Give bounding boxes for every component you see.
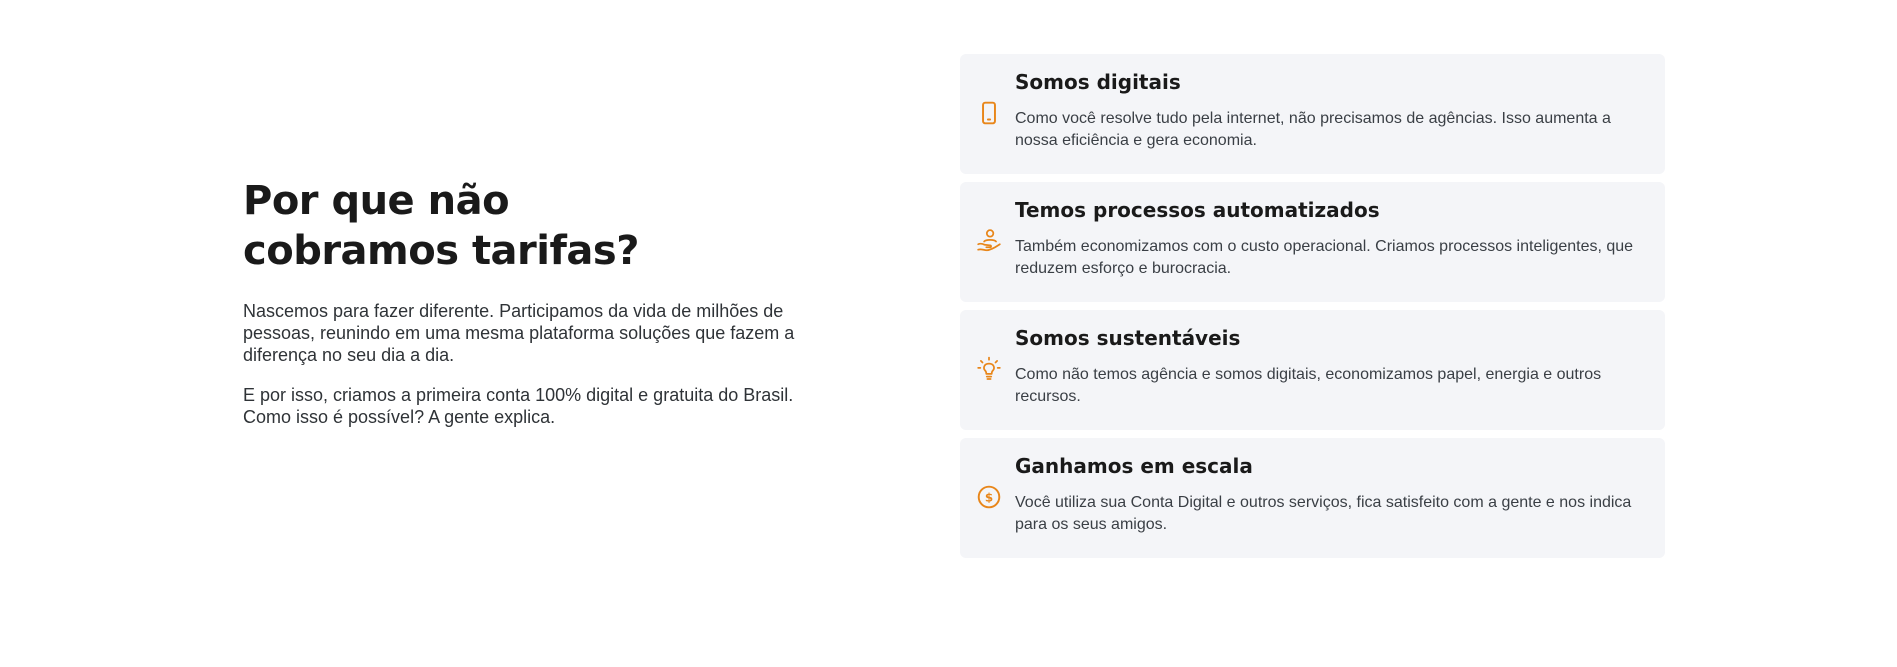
reason-card-sustainable: Somos sustentáveis Como não temos agênci… bbox=[960, 310, 1665, 430]
section-title-line-1: Por que não bbox=[243, 178, 510, 224]
smartphone-icon bbox=[982, 101, 996, 125]
lightbulb-icon bbox=[977, 356, 1001, 380]
why-no-fees-intro: Por que não cobramos tarifas? Nascemos p… bbox=[243, 176, 833, 446]
reason-title: Temos processos automatizados bbox=[1015, 198, 1380, 222]
intro-paragraph-2: E por isso, criamos a primeira conta 100… bbox=[243, 385, 794, 427]
reason-title: Somos sustentáveis bbox=[1015, 326, 1241, 350]
section-title: Por que não cobramos tarifas? bbox=[243, 176, 833, 276]
reason-card-digital: Somos digitais Como você resolve tudo pe… bbox=[960, 54, 1665, 174]
reason-card-scale: $ Ganhamos em escala Você utiliza sua Co… bbox=[960, 438, 1665, 558]
intro-paragraph-1: Nascemos para fazer diferente. Participa… bbox=[243, 301, 795, 365]
hand-user-icon bbox=[977, 229, 1001, 252]
reason-text: Também economizamos com o custo operacio… bbox=[1015, 238, 1634, 277]
reason-text: Como não temos agência e somos digitais,… bbox=[1015, 366, 1602, 405]
svg-text:$: $ bbox=[985, 491, 993, 505]
reason-title: Ganhamos em escala bbox=[1015, 454, 1253, 478]
section-title-line-2: cobramos tarifas? bbox=[243, 228, 639, 274]
reason-text: Como você resolve tudo pela internet, nã… bbox=[1015, 110, 1611, 149]
reason-title: Somos digitais bbox=[1015, 70, 1181, 94]
reason-card-automated: Temos processos automatizados Também eco… bbox=[960, 182, 1665, 302]
coin-dollar-icon: $ bbox=[977, 485, 1001, 509]
reasons-list: Somos digitais Como você resolve tudo pe… bbox=[960, 54, 1665, 566]
reason-text: Você utiliza sua Conta Digital e outros … bbox=[1015, 494, 1632, 533]
